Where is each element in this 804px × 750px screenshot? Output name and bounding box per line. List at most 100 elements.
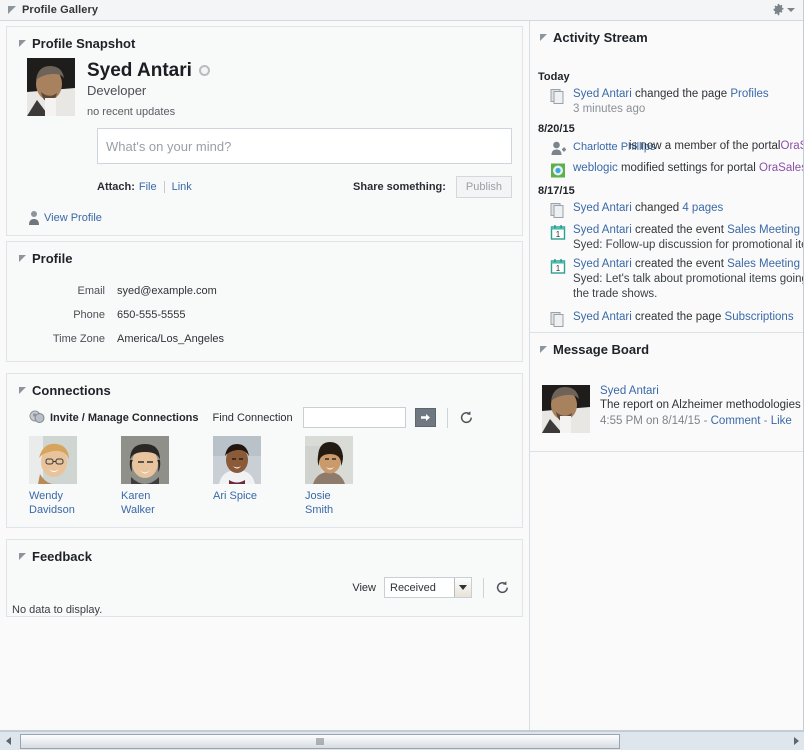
activity-verb: modified settings for portal <box>617 162 760 174</box>
attach-label: Attach: <box>97 181 135 193</box>
refresh-icon[interactable] <box>459 410 474 425</box>
scrollbar-track[interactable] <box>16 733 788 750</box>
activity-actor-link[interactable]: Syed Antari <box>573 311 632 323</box>
chevron-down-icon[interactable] <box>454 578 471 597</box>
profile-snapshot-title: Profile Snapshot <box>32 36 136 51</box>
activity-object-link[interactable]: Subscriptions <box>725 311 794 323</box>
avatar[interactable] <box>542 385 590 433</box>
connection-name[interactable]: Wendy Davidson <box>29 489 83 517</box>
list-item[interactable]: Karen Walker <box>121 436 213 517</box>
connection-name[interactable]: Josie Smith <box>305 489 359 517</box>
message-board-title: Message Board <box>553 342 650 357</box>
activity-detail: Syed: Follow-up discussion for promotion… <box>573 239 803 251</box>
activity-verb: created the page <box>631 311 725 323</box>
field-row: Phone 650-555-5555 <box>19 309 510 321</box>
feedback-header: Feedback <box>7 540 522 571</box>
activity-object-link[interactable]: Sales Meeting <box>727 258 800 270</box>
activity-verb: created the event <box>631 258 728 270</box>
list-item[interactable]: Wendy Davidson <box>29 436 121 517</box>
activity-object-link[interactable]: Profiles <box>730 88 768 100</box>
activity-text: Syed Antari created the page Subscriptio… <box>573 310 794 325</box>
activity-date-header: Today <box>538 71 570 83</box>
activity-actor-link[interactable]: weblogic <box>573 162 618 174</box>
profile-gallery-window: Profile Gallery Profile Snapshot Syed An… <box>0 0 804 731</box>
view-select-value: Received <box>390 582 436 594</box>
view-profile-link[interactable]: View Profile <box>44 212 102 224</box>
activity-object-link[interactable]: 4 pages <box>682 202 723 214</box>
profile-snapshot-panel: Profile Snapshot Syed Antari Developer n… <box>6 26 523 236</box>
invite-manage-connections-link[interactable]: Invite / Manage Connections <box>50 412 199 424</box>
activity-text: Syed Antari changed the page Profiles <box>573 87 769 102</box>
collapse-disclosure-icon[interactable] <box>540 34 547 41</box>
activity-portal-link[interactable]: OraSales <box>759 162 803 174</box>
avatar[interactable] <box>213 436 261 484</box>
activity-object-link[interactable]: Sales Meeting <box>727 224 800 236</box>
presence-offline-icon[interactable] <box>198 64 210 76</box>
collapse-disclosure-icon[interactable] <box>540 346 547 353</box>
connections-list: Wendy Davidson Karen Walker Ari Spice Jo… <box>19 428 510 517</box>
refresh-icon[interactable] <box>495 580 510 595</box>
activity-actor-link[interactable]: Syed Antari <box>573 202 632 214</box>
view-select[interactable]: Received <box>384 577 472 598</box>
collapse-disclosure-icon[interactable] <box>19 40 26 47</box>
activity-actor-link[interactable]: Syed Antari <box>573 224 632 236</box>
activity-verb: created the event <box>631 224 728 236</box>
avatar[interactable] <box>27 58 75 116</box>
activity-text: weblogic modified settings for portal Or… <box>573 161 803 176</box>
window-titlebar: Profile Gallery <box>0 0 803 21</box>
activity-actor-link[interactable]: Syed Antari <box>573 88 632 100</box>
activity-actor-link[interactable]: Syed Antari <box>573 258 632 270</box>
find-connection-input[interactable] <box>302 407 406 428</box>
profile-title: Profile <box>32 251 73 266</box>
collapse-disclosure-icon[interactable] <box>19 255 26 262</box>
profile-snapshot-header: Profile Snapshot <box>7 27 522 58</box>
avatar[interactable] <box>121 436 169 484</box>
activity-portal-link[interactable]: OraSale <box>781 139 804 154</box>
avatar[interactable] <box>29 436 77 484</box>
field-label: Phone <box>73 309 105 321</box>
app-root: Profile Gallery Profile Snapshot Syed An… <box>0 0 804 750</box>
collapse-disclosure-icon[interactable] <box>19 553 26 560</box>
profile-panel: Profile Email syed@example.com Phone 650… <box>6 241 523 362</box>
publish-button[interactable]: Publish <box>455 176 512 198</box>
connection-name[interactable]: Ari Spice <box>213 489 267 503</box>
collapse-disclosure-icon[interactable] <box>8 6 16 14</box>
window-actions-menu[interactable] <box>772 3 795 16</box>
collapse-disclosure-icon[interactable] <box>19 387 26 394</box>
comment-link[interactable]: Comment <box>711 415 761 427</box>
profile-identity: Syed Antari Developer no recent updates <box>19 58 510 118</box>
content-area: Profile Snapshot Syed Antari Developer n… <box>0 21 803 730</box>
compose-area: Attach: File Link Share something: Publi… <box>19 118 512 198</box>
view-profile-row[interactable]: View Profile <box>19 198 510 225</box>
attach-file-link[interactable]: File <box>139 181 157 193</box>
attach-link-link[interactable]: Link <box>172 181 192 193</box>
field-row: Time Zone America/Los_Angeles <box>19 333 510 345</box>
gear-icon[interactable] <box>772 3 785 16</box>
page-title: Profile Gallery <box>22 4 99 16</box>
message-timestamp: 4:55 PM on 8/14/15 <box>600 415 701 427</box>
meta-separator: - <box>700 415 711 427</box>
list-item[interactable]: Josie Smith <box>305 436 397 517</box>
activity-verb: is now a member of the portal <box>629 140 781 152</box>
scroll-left-arrow-icon[interactable] <box>0 733 16 750</box>
scrollbar-thumb[interactable] <box>20 733 620 749</box>
field-value: America/Los_Angeles <box>117 333 225 345</box>
avatar[interactable] <box>305 436 353 484</box>
profile-identity-text: Syed Antari Developer no recent updates <box>75 58 210 118</box>
message-board-entry: Syed Antari The report on Alzheimer meth… <box>530 363 803 433</box>
message-author-link[interactable]: Syed Antari <box>600 385 659 397</box>
horizontal-scrollbar[interactable] <box>0 731 804 750</box>
activity-actor-link[interactable]: Charlotte Phillips <box>573 140 656 154</box>
compose-input[interactable] <box>97 128 512 164</box>
feedback-title: Feedback <box>32 549 92 564</box>
scroll-right-arrow-icon[interactable] <box>788 733 804 750</box>
compose-toolbar: Attach: File Link Share something: Publi… <box>97 176 512 198</box>
go-button[interactable] <box>414 408 436 427</box>
chevron-down-icon[interactable] <box>787 7 795 12</box>
activity-stream-header: Activity Stream <box>530 21 803 51</box>
list-item[interactable]: Ari Spice <box>213 436 305 517</box>
connection-name[interactable]: Karen Walker <box>121 489 175 517</box>
activity-item: weblogic modified settings for portal Or… <box>538 161 803 179</box>
share-label: Share something: <box>353 181 446 193</box>
like-link[interactable]: Like <box>771 415 792 427</box>
